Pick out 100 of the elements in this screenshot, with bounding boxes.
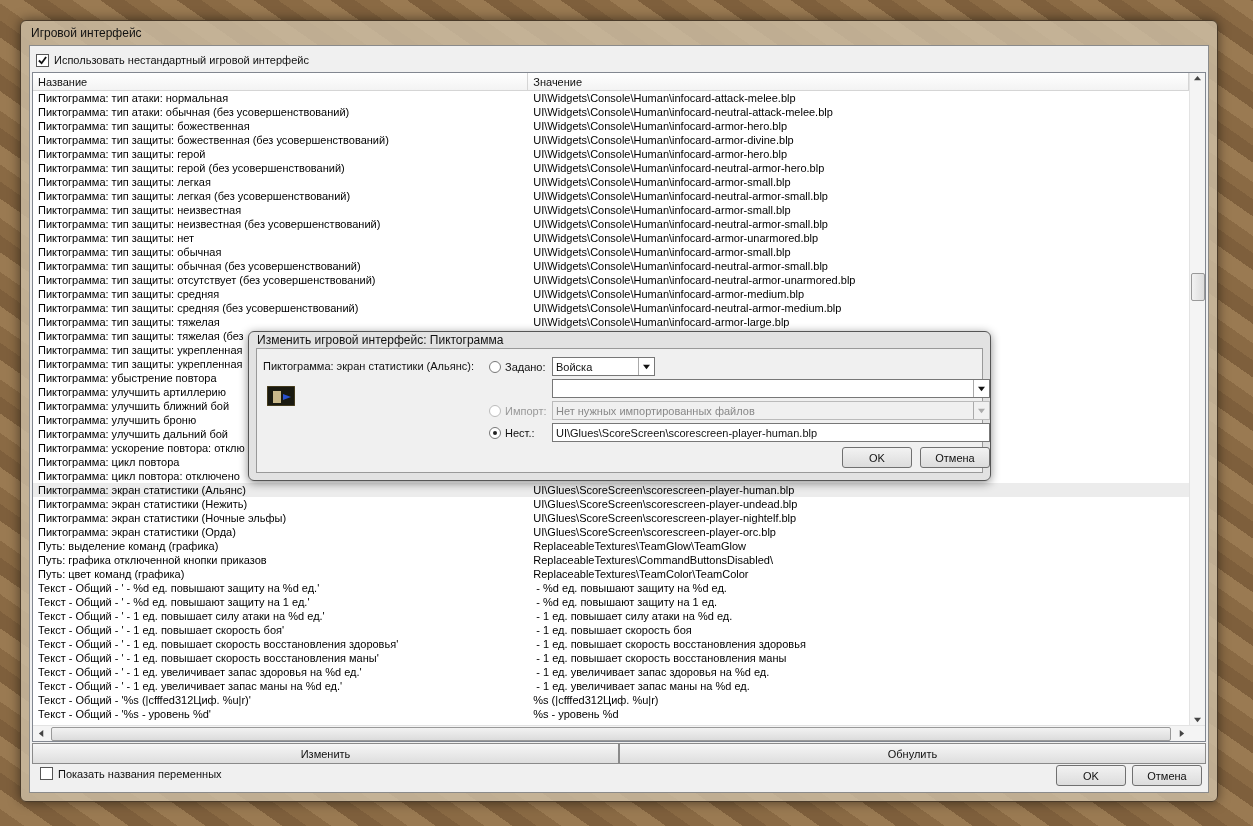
table-row[interactable]: Путь: выделение команд (графика) ReplaceableTextures\TeamGlow\TeamGlow bbox=[33, 539, 1189, 553]
table-row[interactable]: Пиктограмма: тип защиты: обычная (без усовершенствований) UI\Widgets\Console\Human\infocard-neutral-armor-small.blp bbox=[33, 259, 1189, 273]
scroll-down-icon[interactable] bbox=[1194, 716, 1201, 723]
value-cell-text: - %d ед. повышают защиту на %d ед. bbox=[535, 581, 727, 595]
table-row[interactable]: Текст - Общий - ' - 1 ед. повышает скорость боя' - 1 ед. повышает скорость боя bbox=[33, 623, 1189, 637]
table-row[interactable]: Пиктограмма: тип защиты: средняя (без усовершенствований) UI\Widgets\Console\Human\infocard-neutral-armor-medium.blp bbox=[33, 301, 1189, 315]
table-row[interactable]: Пиктограмма: тип защиты: обычная UI\Widgets\Console\Human\infocard-armor-small.blp bbox=[33, 245, 1189, 259]
value-cell-text: - 1 ед. увеличивает запас здоровья на %d ед. bbox=[535, 665, 770, 679]
table-row[interactable]: Текст - Общий - ' - 1 ед. повышает скорость восстановления маны' - 1 ед. повышает скорость восстановления маны bbox=[33, 651, 1189, 665]
value-cell: UI\Widgets\Console\Human\infocard-neutral-armor-small.blp bbox=[533, 259, 828, 273]
table-row[interactable]: Пиктограмма: экран статистики (Нежить) UI\Glues\ScoreScreen\scorescreen-player-undead.blp bbox=[33, 497, 1189, 511]
checkbox-label: Использовать нестандартный игровой интерфейс bbox=[54, 54, 309, 66]
table-row[interactable]: Текст - Общий - ' - 1 ед. повышает скорость восстановления здоровья' - 1 ед. повышает скорость восстановления здоровья bbox=[33, 637, 1189, 651]
radio-button[interactable] bbox=[489, 360, 501, 373]
scroll-up-icon[interactable] bbox=[1194, 75, 1201, 82]
name-cell: Текст - Общий - ' - 1 ед. увеличивает запас маны на %d ед.' bbox=[38, 679, 343, 693]
table-row[interactable]: Пиктограмма: тип защиты: средняя UI\Widgets\Console\Human\infocard-armor-medium.blp bbox=[33, 287, 1189, 301]
table-row[interactable]: Пиктограмма: тип защиты: неизвестная (без усовершенствований) UI\Widgets\Console\Human\infocard-neutral-armor-small.blp bbox=[33, 217, 1189, 231]
table-row[interactable]: Пиктограмма: тип защиты: легкая UI\Widgets\Console\Human\infocard-armor-small.blp bbox=[33, 175, 1189, 189]
table-row[interactable]: Пиктограмма: тип защиты: божественная (без усовершенствований) UI\Widgets\Console\Human\infocard-armor-divine.blp bbox=[33, 133, 1189, 147]
value-cell: ReplaceableTextures\TeamColor\TeamColor bbox=[533, 567, 749, 581]
table-row[interactable]: Пиктограмма: тип защиты: неизвестная UI\Widgets\Console\Human\infocard-armor-small.blp bbox=[33, 203, 1189, 217]
table-row[interactable]: Текст - Общий - ' - %d ед. повышают защиту на %d ед.' - %d ед. повышают защиту на %d ед. bbox=[33, 581, 1189, 595]
value-cell: UI\Widgets\Console\Human\infocard-neutral-armor-small.blp bbox=[533, 189, 828, 203]
name-cell: Пиктограмма: убыстрение повтора bbox=[38, 371, 217, 385]
value-cell: UI\Widgets\Console\Human\infocard-neutral-armor-unarmored.blp bbox=[533, 273, 856, 287]
name-cell: Пиктограмма: ускорение повтора: отклю bbox=[38, 441, 245, 455]
dropdown-arrow-icon[interactable] bbox=[978, 385, 985, 392]
value-cell: UI\Glues\ScoreScreen\scorescreen-player-nightelf.blp bbox=[533, 511, 797, 525]
name-cell: Пиктограмма: тип защиты: легкая bbox=[38, 175, 211, 189]
table-row[interactable]: Пиктограмма: тип атаки: нормальная UI\Widgets\Console\Human\infocard-attack-melee.blp bbox=[33, 91, 1189, 105]
scroll-right-icon[interactable] bbox=[1177, 730, 1185, 737]
table-row[interactable]: Путь: цвет команд (графика) ReplaceableTextures\TeamColor\TeamColor bbox=[33, 567, 1189, 581]
value-cell: UI\Widgets\Console\Human\infocard-neutral-armor-medium.blp bbox=[533, 301, 842, 315]
name-cell: Пиктограмма: экран статистики (Орда) bbox=[38, 525, 236, 539]
value-cell-text: - %d ед. повышают защиту на 1 ед. bbox=[535, 595, 718, 609]
value-cell: UI\Widgets\Console\Human\infocard-armor-divine.blp bbox=[533, 133, 794, 147]
scroll-thumb[interactable] bbox=[1191, 273, 1205, 301]
value-cell: UI\Widgets\Console\Human\infocard-armor-small.blp bbox=[533, 175, 791, 189]
name-cell: Пиктограмма: тип защиты: средняя bbox=[38, 287, 220, 301]
dialog-button[interactable]: OK bbox=[842, 447, 912, 468]
dialog-title: Изменить игровой интерфейс: Пиктограмма bbox=[256, 332, 505, 348]
table-row[interactable]: Путь: графика отключенной кнопки приказов ReplaceableTextures\CommandButtonsDisabled\ bbox=[33, 553, 1189, 567]
table-row[interactable]: Пиктограмма: тип защиты: легкая (без усовершенствований) UI\Widgets\Console\Human\infocard-neutral-armor-small.blp bbox=[33, 189, 1189, 203]
table-row[interactable]: Текст - Общий - '%s - уровень %d' %s - уровень %d bbox=[33, 707, 1189, 721]
table-row[interactable]: Пиктограмма: тип защиты: герой (без усовершенствований) UI\Widgets\Console\Human\infocard-neutral-armor-hero.blp bbox=[33, 161, 1189, 175]
option-label: Нест.: bbox=[505, 426, 536, 439]
value-cell: UI\Widgets\Console\Human\infocard-armor-large.blp bbox=[533, 315, 790, 329]
table-row[interactable]: Пиктограмма: тип защиты: божественная UI\Widgets\Console\Human\infocard-armor-hero.blp bbox=[33, 119, 1189, 133]
value-cell-text: - 1 ед. повышает скорость боя bbox=[535, 623, 692, 637]
name-cell: Путь: выделение команд (графика) bbox=[38, 539, 219, 553]
icon-preview bbox=[267, 386, 295, 406]
dialog-button[interactable]: Отмена bbox=[920, 447, 990, 468]
path-field[interactable]: UI\Glues\ScoreScreen\scorescreen-player-human.blp bbox=[552, 423, 990, 442]
name-cell: Пиктограмма: экран статистики (Альянс) bbox=[38, 483, 246, 497]
dropdown-arrow-icon[interactable] bbox=[643, 363, 650, 370]
table-row[interactable]: Текст - Общий - ' - %d ед. повышают защиту на 1 ед.' - %d ед. повышают защиту на 1 ед. bbox=[33, 595, 1189, 609]
unit-dropdown[interactable] bbox=[552, 379, 990, 398]
name-cell: Путь: графика отключенной кнопки приказов bbox=[38, 553, 267, 567]
table-row[interactable]: Текст - Общий - ' - 1 ед. повышает силу атаки на %d ед.' - 1 ед. повышает силу атаки на %d ед. bbox=[33, 609, 1189, 623]
name-cell: Пиктограмма: тип защиты: укрепленная bbox=[38, 343, 243, 357]
table-row[interactable]: Пиктограмма: экран статистики (Орда) UI\Glues\ScoreScreen\scorescreen-player-orc.blp bbox=[33, 525, 1189, 539]
action-button[interactable]: Обнулить bbox=[619, 743, 1206, 764]
name-cell: Пиктограмма: тип защиты: тяжелая bbox=[38, 315, 220, 329]
name-cell: Пиктограмма: тип защиты: легкая (без усовершенствований) bbox=[38, 189, 351, 203]
name-cell: Пиктограмма: тип защиты: герой bbox=[38, 147, 206, 161]
radio-button[interactable] bbox=[489, 426, 501, 439]
table-row[interactable]: Текст - Общий - ' - 1 ед. увеличивает запас здоровья на %d ед.' - 1 ед. увеличивает запас здоровья на %d ед. bbox=[33, 665, 1189, 679]
value-cell-text: - 1 ед. повышает силу атаки на %d ед. bbox=[535, 609, 733, 623]
table-row[interactable]: Пиктограмма: тип защиты: герой UI\Widgets\Console\Human\infocard-armor-hero.blp bbox=[33, 147, 1189, 161]
column-header[interactable]: Название bbox=[33, 73, 529, 90]
value-cell: UI\Widgets\Console\Human\infocard-armor-small.blp bbox=[533, 203, 791, 217]
value-cell: ReplaceableTextures\TeamGlow\TeamGlow bbox=[533, 539, 747, 553]
name-cell: Пиктограмма: тип защиты: неизвестная bbox=[38, 203, 242, 217]
dialog-button[interactable]: OK bbox=[1056, 765, 1126, 786]
table-row[interactable]: Текст - Общий - ' - 1 ед. увеличивает запас маны на %d ед.' - 1 ед. увеличивает запас маны на %d ед. bbox=[33, 679, 1189, 693]
value-cell: UI\Widgets\Console\Human\infocard-armor-small.blp bbox=[533, 245, 791, 259]
table-row[interactable]: Пиктограмма: тип защиты: отсутствует (без усовершенствований) UI\Widgets\Console\Human\infocard-neutral-armor-unarmored.blp bbox=[33, 273, 1189, 287]
value-cell: UI\Widgets\Console\Human\infocard-armor-unarmored.blp bbox=[533, 231, 819, 245]
checkbox[interactable] bbox=[40, 767, 53, 780]
value-cell-text: - 1 ед. увеличивает запас маны на %d ед. bbox=[535, 679, 750, 693]
name-cell: Текст - Общий - ' - %d ед. повышают защиту на %d ед.' bbox=[38, 581, 320, 595]
table-row[interactable]: Пиктограмма: экран статистики (Альянс) UI\Glues\ScoreScreen\scorescreen-player-human.blp bbox=[33, 483, 1189, 497]
value-cell-text: - 1 ед. повышает скорость восстановления маны bbox=[535, 651, 787, 665]
table-row[interactable]: Текст - Общий - '%s (|cfffed312Циф. %u|r)' %s (|cfffed312Циф. %u|r) bbox=[33, 693, 1189, 707]
table-row[interactable]: Пиктограмма: экран статистики (Ночные эльфы) UI\Glues\ScoreScreen\scorescreen-player-nightelf.blp bbox=[33, 511, 1189, 525]
scroll-left-icon[interactable] bbox=[37, 730, 45, 737]
dialog-button[interactable]: Отмена bbox=[1132, 765, 1202, 786]
preset-dropdown[interactable]: Войска bbox=[552, 357, 655, 376]
action-button[interactable]: Изменить bbox=[32, 743, 619, 764]
name-cell: Пиктограмма: тип защиты: обычная bbox=[38, 245, 222, 259]
value-cell: UI\Widgets\Console\Human\infocard-neutral-armor-small.blp bbox=[533, 217, 828, 231]
value-cell: UI\Widgets\Console\Human\infocard-attack-melee.blp bbox=[533, 91, 796, 105]
table-row[interactable]: Пиктограмма: тип защиты: нет UI\Widgets\Console\Human\infocard-armor-unarmored.blp bbox=[33, 231, 1189, 245]
table-row[interactable]: Пиктограмма: тип атаки: обычная (без усовершенствований) UI\Widgets\Console\Human\infocard-neutral-attack-melee.blp bbox=[33, 105, 1189, 119]
name-cell: Текст - Общий - ' - 1 ед. повышает скорость восстановления маны' bbox=[38, 651, 379, 665]
checkbox[interactable] bbox=[36, 53, 49, 67]
table-row[interactable]: Пиктограмма: тип защиты: тяжелая UI\Widgets\Console\Human\infocard-armor-large.blp bbox=[33, 315, 1189, 329]
name-cell: Текст - Общий - ' - 1 ед. увеличивает запас здоровья на %d ед.' bbox=[38, 665, 362, 679]
vertical-scrollbar[interactable] bbox=[1189, 73, 1205, 725]
